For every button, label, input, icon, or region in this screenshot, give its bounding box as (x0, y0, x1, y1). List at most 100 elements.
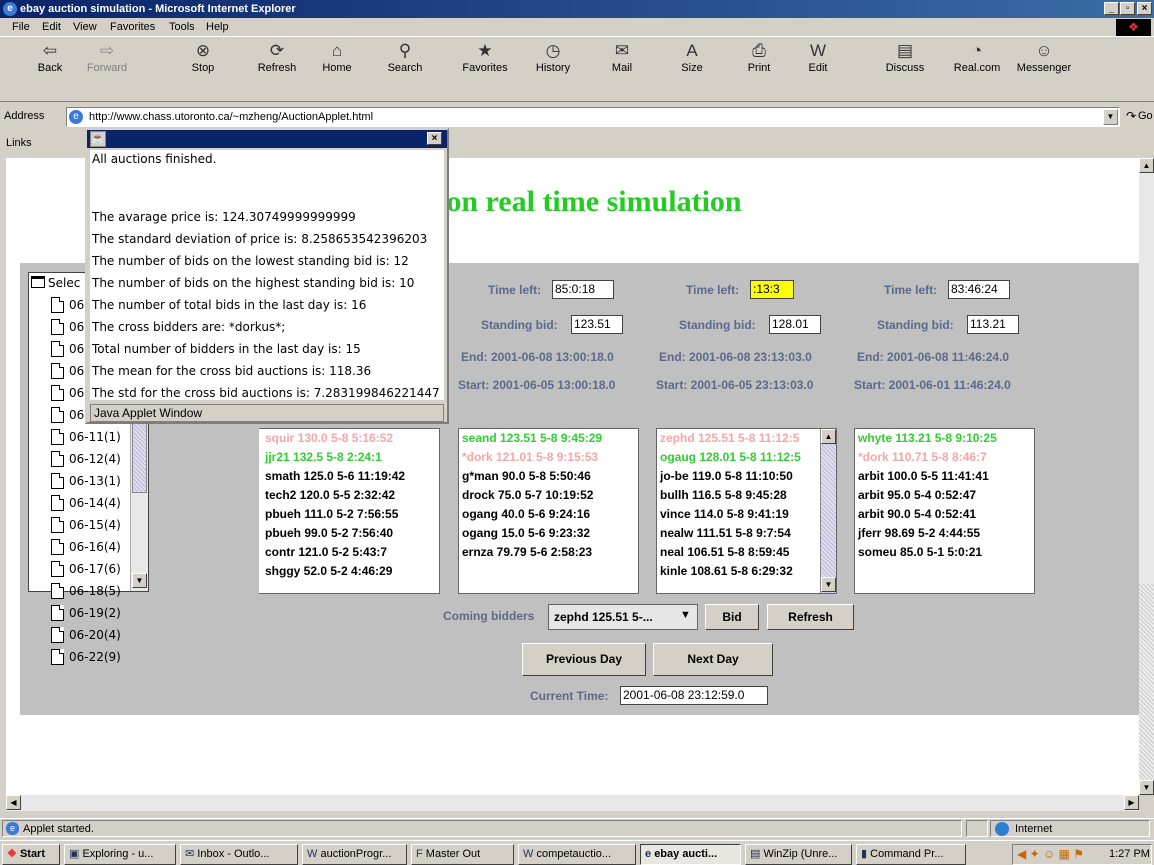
auction-1-bid-list[interactable]: seand 123.51 5-8 9:45:29 *dork 121.01 5-8… (458, 428, 639, 594)
time-left-field[interactable]: 85:0:18 (552, 280, 614, 299)
bid-entry[interactable]: jferr 98.69 5-2 4:44:55 (855, 524, 1034, 543)
address-input[interactable]: e http://www.chass.utoronto.ca/~mzheng/A… (66, 107, 1120, 127)
bid-entry[interactable]: squir 130.0 5-8 5:16:52 (262, 429, 439, 448)
bid-list-scroll-down-button[interactable]: ▼ (821, 577, 836, 592)
bid-entry[interactable]: *dork 121.01 5-8 9:15:53 (459, 448, 638, 467)
bid-entry[interactable]: ernza 79.79 5-6 2:58:23 (459, 543, 638, 562)
scroll-left-button[interactable]: ◀ (6, 795, 21, 810)
time-left-field[interactable]: 83:46:24 (948, 280, 1010, 299)
bid-entry[interactable]: nealw 111.51 5-8 9:7:54 (657, 524, 836, 543)
links-label[interactable]: Links (6, 137, 32, 149)
current-time-field[interactable]: 2001-06-08 23:12:59.0 (620, 686, 768, 705)
menu-edit[interactable]: Edit (42, 21, 61, 33)
taskbar-button[interactable]: W competauctio... (518, 844, 636, 865)
page-vertical-scrollbar[interactable]: ▲ ▼ (1139, 158, 1154, 795)
favorites-button[interactable]: ★ Favorites (456, 38, 514, 80)
page-scroll-track[interactable] (1139, 584, 1154, 780)
close-window-button[interactable]: × (1137, 2, 1152, 15)
scroll-up-button[interactable]: ▲ (1139, 158, 1154, 173)
bid-entry[interactable]: *dork 110.71 5-8 8:46:7 (855, 448, 1034, 467)
minimize-button[interactable]: _ (1104, 2, 1119, 15)
menu-tools[interactable]: Tools (169, 21, 195, 33)
bid-entry[interactable]: ogang 15.0 5-6 9:23:32 (459, 524, 638, 543)
mail-button[interactable]: ✉ Mail (604, 38, 640, 80)
bid-entry[interactable]: kinle 108.61 5-8 6:29:32 (657, 562, 836, 581)
bid-entry[interactable]: tech2 120.0 5-5 2:32:42 (262, 486, 439, 505)
taskbar-button[interactable]: e ebay aucti... (640, 844, 741, 865)
standing-bid-field[interactable]: 123.51 (571, 315, 623, 334)
bid-entry[interactable]: vince 114.0 5-8 9:41:19 (657, 505, 836, 524)
previous-day-button[interactable]: Previous Day (522, 643, 646, 676)
home-button[interactable]: ⌂ Home (316, 38, 358, 80)
bid-entry[interactable]: neal 106.51 5-8 8:59:45 (657, 543, 836, 562)
window-title-bar[interactable]: e ebay auction simulation - Microsoft In… (0, 0, 1154, 18)
bid-entry[interactable]: jjr21 132.5 5-8 2:24:1 (262, 448, 439, 467)
auction-3-bid-list[interactable]: whyte 113.21 5-8 9:10:25 *dork 110.71 5-8… (854, 428, 1035, 594)
bid-entry[interactable]: jo-be 119.0 5-8 11:10:50 (657, 467, 836, 486)
coming-bidders-select[interactable]: zephd 125.51 5-... ▼ (548, 604, 698, 630)
page-horizontal-scrollbar[interactable]: ◀ ▶ (6, 795, 1139, 811)
stop-button[interactable]: ⊗ Stop (184, 38, 222, 80)
search-button[interactable]: ⚲ Search (382, 38, 428, 80)
time-left-field[interactable]: :13:3 (750, 280, 794, 299)
auction-0-bid-list[interactable]: squir 130.0 5-8 5:16:52 jjr21 132.5 5-8 2… (259, 428, 440, 594)
forward-button[interactable]: ⇨ Forward (84, 38, 130, 80)
menu-favorites[interactable]: Favorites (110, 21, 155, 33)
popup-title-bar[interactable]: ☕ × (87, 130, 447, 148)
bid-entry[interactable]: arbit 100.0 5-5 11:41:41 (855, 467, 1034, 486)
bid-button[interactable]: Bid (705, 604, 759, 630)
bid-entry[interactable]: drock 75.0 5-7 10:19:52 (459, 486, 638, 505)
taskbar-button[interactable]: F Master Out (411, 844, 514, 865)
edit-button[interactable]: W Edit (800, 38, 836, 80)
bid-entry[interactable]: contr 121.0 5-2 5:43:7 (262, 543, 439, 562)
tree-scroll-down-button[interactable]: ▼ (132, 573, 147, 588)
bid-entry[interactable]: seand 123.51 5-8 9:45:29 (459, 429, 638, 448)
bid-entry[interactable]: pbueh 99.0 5-2 7:56:40 (262, 524, 439, 543)
bid-entry[interactable]: arbit 95.0 5-4 0:52:47 (855, 486, 1034, 505)
scroll-down-button[interactable]: ▼ (1139, 780, 1154, 795)
size-button[interactable]: A Size (672, 38, 712, 80)
print-button[interactable]: ⎙ Print (740, 38, 778, 80)
next-day-button[interactable]: Next Day (653, 643, 773, 676)
address-dropdown-button[interactable]: ▼ (1103, 109, 1118, 125)
taskbar-button[interactable]: ✉ Inbox - Outlo... (180, 844, 298, 865)
realcom-button[interactable]: ◔ Real.com (946, 38, 1008, 80)
history-button[interactable]: ◷ History (530, 38, 576, 80)
popup-close-button[interactable]: × (427, 132, 442, 145)
bid-entry[interactable]: pbueh 111.0 5-2 7:56:55 (262, 505, 439, 524)
taskbar-button[interactable]: ▣ Exploring - u... (64, 844, 176, 865)
refresh-bids-button[interactable]: Refresh (767, 604, 854, 630)
scroll-right-button[interactable]: ▶ (1124, 795, 1139, 810)
taskbar-button[interactable]: ▮ Command Pr... (856, 844, 966, 865)
bid-entry[interactable]: g*man 90.0 5-8 5:50:46 (459, 467, 638, 486)
taskbar-button[interactable]: ▤ WinZip (Unre... (745, 844, 852, 865)
menu-view[interactable]: View (73, 21, 97, 33)
bid-list-scrollbar[interactable] (820, 429, 836, 593)
menu-help[interactable]: Help (206, 21, 229, 33)
refresh-toolbar-button[interactable]: ⟳ Refresh (254, 38, 300, 80)
go-button[interactable]: Go (1138, 110, 1153, 122)
messenger-button[interactable]: ☺ Messenger (1012, 38, 1076, 80)
discuss-button[interactable]: ▤ Discuss (880, 38, 930, 80)
bid-entry[interactable]: shggy 52.0 5-2 4:46:29 (262, 562, 439, 581)
back-button[interactable]: ⇦ Back (30, 38, 70, 80)
maximize-button[interactable]: ▫ (1120, 2, 1135, 15)
standing-bid-field[interactable]: 113.21 (967, 315, 1019, 334)
bid-entry[interactable]: zephd 125.51 5-8 11:12:5 (657, 429, 836, 448)
bid-entry[interactable]: arbit 90.0 5-4 0:52:41 (855, 505, 1034, 524)
bid-entry[interactable]: smath 125.0 5-6 11:19:42 (262, 467, 439, 486)
taskbar-button[interactable]: W auctionProgr... (302, 844, 407, 865)
bid-entry[interactable]: bullh 116.5 5-8 9:45:28 (657, 486, 836, 505)
standing-bid-field[interactable]: 128.01 (769, 315, 821, 334)
tree-item-label: 06-18(5) (69, 584, 121, 598)
bid-list-scroll-up-button[interactable]: ▲ (821, 429, 836, 444)
auction-2-bid-list[interactable]: zephd 125.51 5-8 11:12:5 ogaug 128.01 5-8… (656, 428, 837, 594)
menu-file[interactable]: File (12, 21, 30, 33)
bid-entry[interactable]: ogaug 128.01 5-8 11:12:5 (657, 448, 836, 467)
tray-icons[interactable]: ◀ ✦ ☺ ▦ ⚑ (1017, 847, 1084, 861)
bid-entry[interactable]: ogang 40.0 5-6 9:24:16 (459, 505, 638, 524)
bid-entry[interactable]: whyte 113.21 5-8 9:10:25 (855, 429, 1034, 448)
bid-entry[interactable]: someu 85.0 5-1 5:0:21 (855, 543, 1034, 562)
start-button[interactable]: ❖ Start (2, 844, 60, 865)
go-arrow-icon[interactable]: ↷ (1126, 109, 1136, 123)
